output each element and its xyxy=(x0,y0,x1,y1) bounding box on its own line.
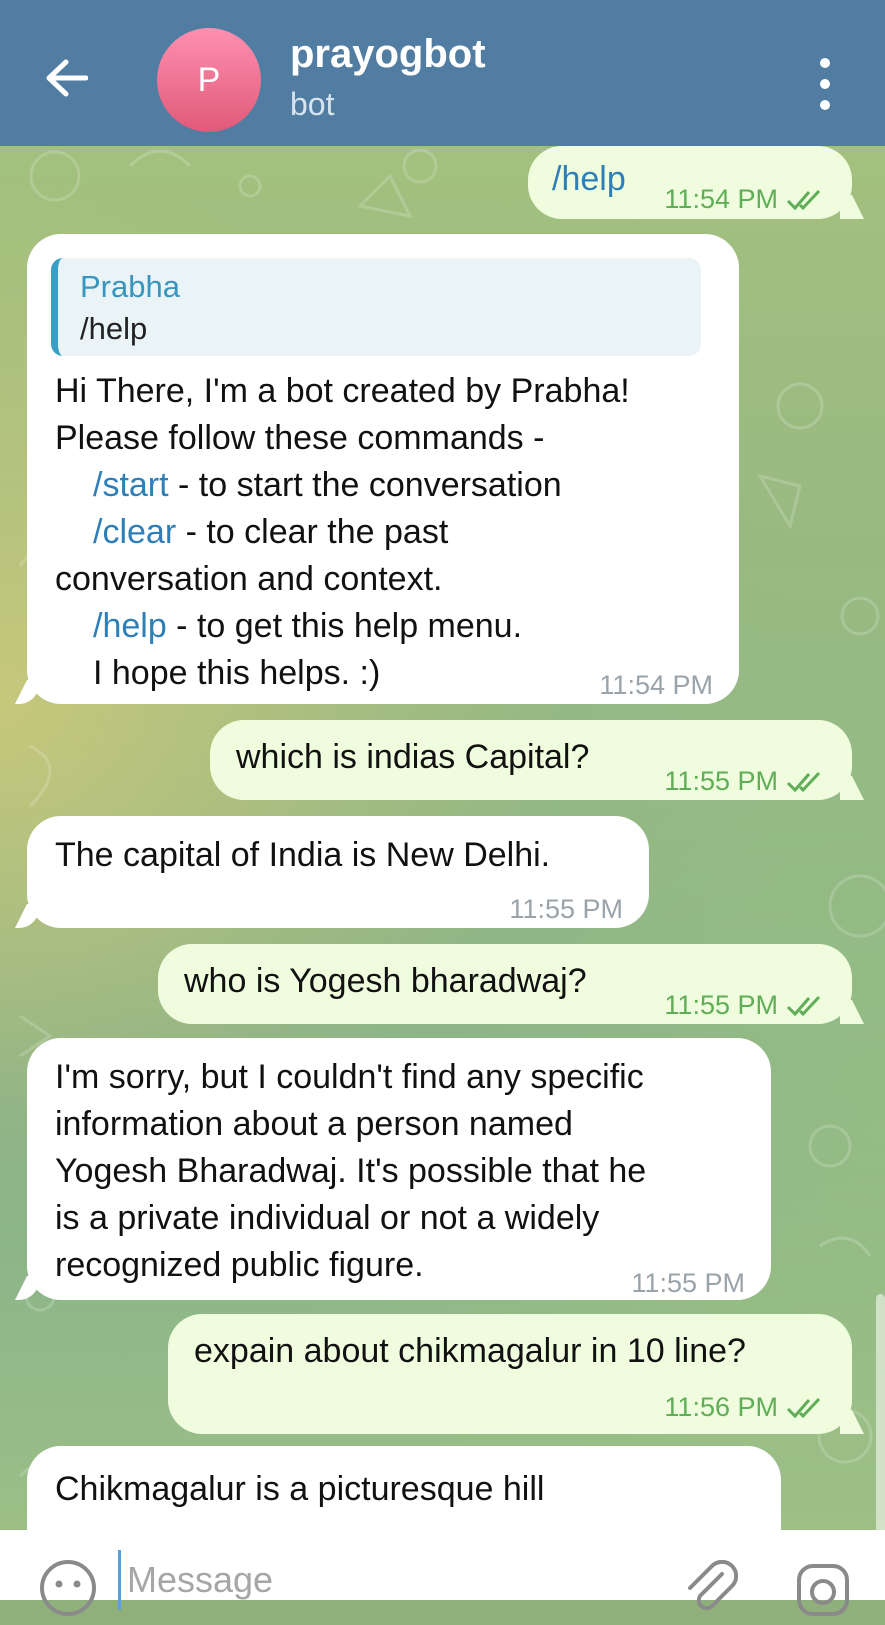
message-text: expain about chikmagalur in 10 line? xyxy=(194,1332,746,1370)
text-line: conversation and context. xyxy=(55,560,443,598)
chat-header: P prayogbot bot xyxy=(0,0,885,146)
outgoing-message[interactable]: expain about chikmagalur in 10 line? 11:… xyxy=(168,1314,852,1434)
command-link[interactable]: /clear xyxy=(93,513,176,551)
message-time: 11:55 PM xyxy=(509,894,623,924)
incoming-message[interactable]: Prabha /help Hi There, I'm a bot created… xyxy=(27,234,739,704)
incoming-message[interactable]: Chikmagalur is a picturesque hill xyxy=(27,1446,781,1530)
command-description: - to start the conversation xyxy=(168,466,562,504)
double-check-icon xyxy=(786,189,821,210)
message-meta: 11:55 PM xyxy=(664,982,824,1029)
text-line: /help - to get this help menu. xyxy=(55,603,630,650)
attach-button[interactable] xyxy=(682,1559,739,1621)
message-time: 11:55 PM xyxy=(664,766,778,796)
message-text: Hi There, I'm a bot created by Prabha! P… xyxy=(55,368,630,697)
message-text: The capital of India is New Delhi. xyxy=(55,836,551,874)
message-time: 11:55 PM xyxy=(664,990,778,1020)
menu-dot xyxy=(820,79,830,89)
back-button[interactable] xyxy=(40,52,92,104)
menu-dot xyxy=(820,100,830,110)
message-text: which is indias Capital? xyxy=(236,738,590,776)
text-line: I hope this helps. :) xyxy=(93,654,381,692)
double-check-icon xyxy=(786,1397,821,1418)
text-line: /clear - to clear the past xyxy=(55,509,630,556)
avatar[interactable]: P xyxy=(157,28,261,132)
command-link[interactable]: /help xyxy=(552,160,626,198)
message-time: 11:54 PM xyxy=(664,184,778,214)
message-meta: 11:55 PM xyxy=(664,758,824,805)
outgoing-message[interactable]: who is Yogesh bharadwaj? 11:55 PM xyxy=(158,944,852,1024)
message-list[interactable]: /help 11:54 PM Prabha /help Hi There, I'… xyxy=(0,146,885,1530)
text-line: /start - to start the conversation xyxy=(55,462,630,509)
message-time: 11:56 PM xyxy=(664,1392,778,1422)
message-text: /help xyxy=(552,156,626,203)
camera-icon xyxy=(797,1564,849,1616)
chat-status: bot xyxy=(290,86,335,122)
text-line: information about a person named xyxy=(55,1105,573,1143)
message-text: who is Yogesh bharadwaj? xyxy=(184,962,587,1000)
outgoing-message[interactable]: which is indias Capital? 11:55 PM xyxy=(210,720,852,800)
message-input[interactable] xyxy=(118,1550,647,1610)
text-line: recognized public figure. xyxy=(55,1246,424,1284)
chat-title[interactable]: prayogbot xyxy=(290,32,486,77)
command-link[interactable]: /start xyxy=(93,466,169,504)
emoji-icon xyxy=(40,1560,96,1616)
double-check-icon xyxy=(786,771,821,792)
reply-quote[interactable]: Prabha /help xyxy=(51,258,701,356)
outgoing-message[interactable]: /help 11:54 PM xyxy=(528,146,852,219)
message-meta: 11:56 PM xyxy=(664,1384,824,1431)
message-time: 11:55 PM xyxy=(631,1268,745,1298)
more-vertical-icon xyxy=(820,58,830,68)
paperclip-icon xyxy=(688,1559,739,1611)
reply-author: Prabha xyxy=(80,269,180,304)
more-menu-button[interactable] xyxy=(805,54,845,114)
message-text: I'm sorry, but I couldn't find any speci… xyxy=(55,1054,646,1289)
emoji-button[interactable] xyxy=(38,1558,98,1623)
camera-button[interactable] xyxy=(793,1560,853,1625)
command-description: - to get this help menu. xyxy=(166,607,523,645)
text-line: I'm sorry, but I couldn't find any speci… xyxy=(55,1058,644,1096)
message-composer xyxy=(0,1530,885,1616)
incoming-message[interactable]: I'm sorry, but I couldn't find any speci… xyxy=(27,1038,771,1300)
reply-text: /help xyxy=(80,311,148,346)
double-check-icon xyxy=(786,995,821,1016)
text-line: Please follow these commands - xyxy=(55,419,545,457)
text-line: Hi There, I'm a bot created by Prabha! xyxy=(55,372,630,410)
text-line: Yogesh Bharadwaj. It's possible that he xyxy=(55,1152,647,1190)
message-meta: 11:54 PM xyxy=(664,176,824,223)
message-time: 11:54 PM xyxy=(599,670,713,700)
command-description: - to clear the past xyxy=(176,513,449,551)
message-text: Chikmagalur is a picturesque hill xyxy=(55,1470,545,1508)
text-line: is a private individual or not a widely xyxy=(55,1199,600,1237)
incoming-message[interactable]: The capital of India is New Delhi. 11:55… xyxy=(27,816,649,928)
arrow-left-icon xyxy=(46,59,88,97)
command-link[interactable]: /help xyxy=(93,607,167,645)
scrollbar[interactable] xyxy=(876,1294,885,1530)
